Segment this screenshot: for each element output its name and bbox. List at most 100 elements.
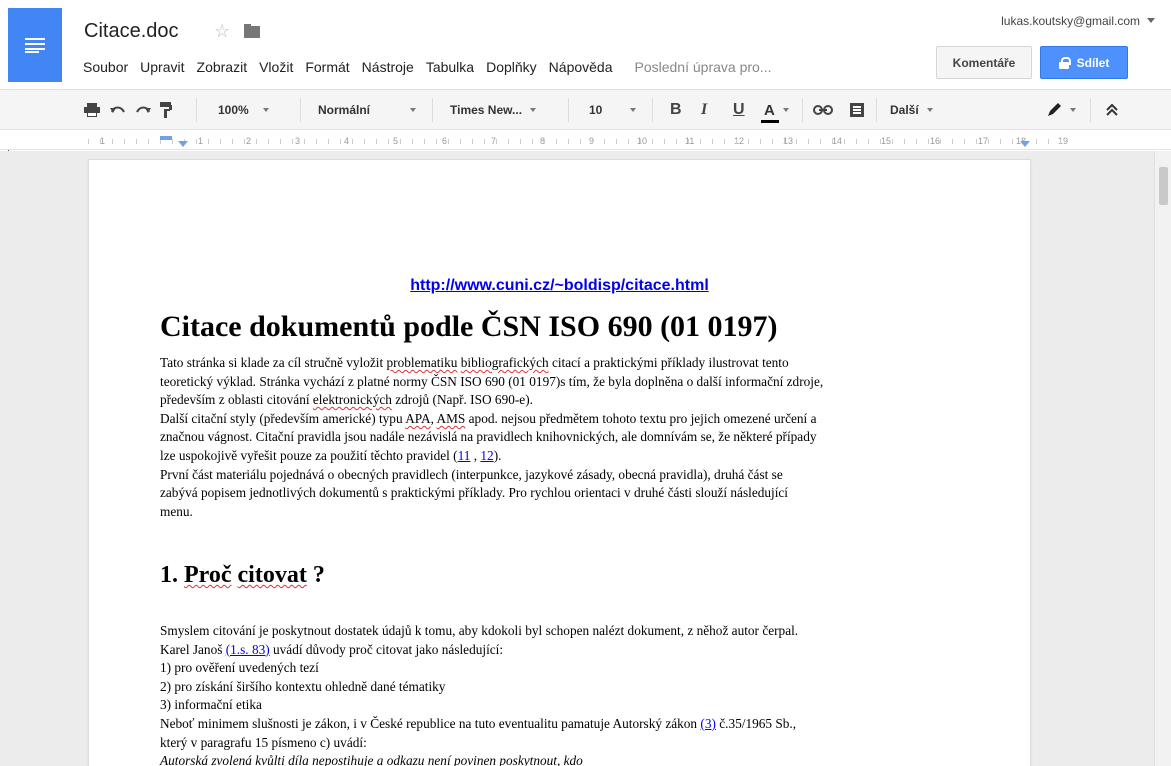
zoom-value: 100% xyxy=(218,103,249,117)
ruler-tick xyxy=(88,139,89,144)
style-dropdown[interactable]: Normální xyxy=(318,90,417,130)
ruler[interactable]: 112345678910111213141516171819 xyxy=(0,130,1171,150)
ruler-tick xyxy=(136,139,137,144)
italic-button[interactable]: I xyxy=(701,90,707,130)
link-button[interactable] xyxy=(813,90,833,130)
ruler-tick xyxy=(532,139,533,144)
menu-vlozit[interactable]: Vložit xyxy=(259,59,299,75)
more-dropdown[interactable]: Další xyxy=(890,90,933,130)
chevron-double-up-icon xyxy=(1106,104,1118,116)
document-title[interactable]: Citace.doc xyxy=(84,20,179,43)
ruler-tick xyxy=(988,139,989,144)
ruler-tick xyxy=(172,139,173,144)
ruler-number: 16 xyxy=(930,136,941,146)
collapse-menus-button[interactable] xyxy=(1106,90,1118,130)
menu-zobrazit[interactable]: Zobrazit xyxy=(197,59,254,75)
ruler-tick xyxy=(436,139,437,144)
comment-icon xyxy=(850,103,864,117)
share-button[interactable]: Sdílet xyxy=(1040,46,1128,79)
ref-link-3[interactable]: (3) xyxy=(700,716,716,731)
zoom-caret-icon xyxy=(262,108,269,112)
print-icon[interactable] xyxy=(84,90,100,130)
ruler-tick xyxy=(748,139,749,144)
ruler-tick xyxy=(292,139,293,144)
ruler-tick xyxy=(388,139,389,144)
font-size-caret-icon xyxy=(630,108,637,112)
ruler-tick xyxy=(796,139,797,144)
menu-format[interactable]: Formát xyxy=(305,59,355,75)
ruler-tick xyxy=(124,139,125,144)
ref-link-12[interactable]: 12 xyxy=(480,448,493,463)
comment-insert-button[interactable] xyxy=(850,90,864,130)
ruler-tick xyxy=(976,139,977,144)
toolbar: 100% Normální Times New... 10 B I U A Da… xyxy=(0,90,1171,130)
menu-upravit[interactable]: Upravit xyxy=(140,59,190,75)
ruler-tick xyxy=(916,139,917,144)
bold-button[interactable]: B xyxy=(670,90,682,130)
pencil-icon xyxy=(1048,103,1061,116)
font-size-dropdown[interactable]: 10 xyxy=(589,90,637,130)
account-caret-icon[interactable] xyxy=(1147,18,1155,23)
ruler-tick xyxy=(304,139,305,144)
ruler-tick xyxy=(736,139,737,144)
menu-tabulka[interactable]: Tabulka xyxy=(426,59,480,75)
ruler-tick xyxy=(256,139,257,144)
document-url-link[interactable]: http://www.cuni.cz/~boldisp/citace.html xyxy=(89,277,1030,295)
ruler-tick xyxy=(880,139,881,144)
bold-icon: B xyxy=(670,101,682,118)
ruler-tick xyxy=(844,139,845,144)
ruler-tick xyxy=(364,139,365,144)
ref-link-11[interactable]: 11 xyxy=(458,448,471,463)
ruler-tick xyxy=(700,139,701,144)
text-color-button[interactable]: A xyxy=(761,90,789,130)
menu-doplnky[interactable]: Doplňky xyxy=(486,59,543,75)
paint-format-icon[interactable] xyxy=(160,90,172,130)
comments-button[interactable]: Komentáře xyxy=(936,46,1032,79)
ruler-tick xyxy=(496,139,497,144)
ruler-tick xyxy=(424,139,425,144)
document-page[interactable]: http://www.cuni.cz/~boldisp/citace.html … xyxy=(89,160,1030,766)
account-email[interactable]: lukas.koutsky@gmail.com xyxy=(1001,14,1140,28)
ruler-number: 1 xyxy=(198,136,204,146)
folder-icon[interactable] xyxy=(244,24,261,38)
font-dropdown[interactable]: Times New... xyxy=(450,90,537,130)
menu-soubor[interactable]: Soubor xyxy=(83,59,134,75)
menu-napoveda[interactable]: Nápověda xyxy=(549,59,619,75)
scrollbar-thumb[interactable] xyxy=(1159,167,1168,205)
menu-nastroje[interactable]: Nástroje xyxy=(362,59,420,75)
underline-button[interactable]: U xyxy=(733,90,745,130)
ruler-tick xyxy=(676,139,677,144)
editing-caret-icon xyxy=(1070,108,1076,112)
vertical-scrollbar[interactable] xyxy=(1154,151,1171,766)
text-color-icon: A xyxy=(761,101,779,123)
ruler-tick xyxy=(280,139,281,144)
ruler-tick xyxy=(556,139,557,144)
redo-icon[interactable] xyxy=(135,90,151,130)
ruler-tick xyxy=(1048,139,1049,144)
menu-bar: Soubor Upravit Zobrazit Vložit Formát Ná… xyxy=(83,59,783,75)
editing-mode-button[interactable] xyxy=(1046,90,1076,130)
left-indent-marker[interactable] xyxy=(178,141,188,147)
ruler-tick xyxy=(724,139,725,144)
last-edit-status[interactable]: Poslední úprava pro... xyxy=(635,59,778,75)
ruler-tick xyxy=(940,139,941,144)
ref-link-1[interactable]: (1.s. 83) xyxy=(226,642,270,657)
docs-menu-icon[interactable] xyxy=(8,8,62,82)
underline-icon: U xyxy=(733,101,745,118)
text-color-caret-icon xyxy=(782,108,789,112)
ruler-tick xyxy=(340,139,341,144)
ruler-tick xyxy=(1000,139,1001,144)
undo-icon[interactable] xyxy=(110,90,126,130)
right-indent-marker[interactable] xyxy=(1020,141,1030,147)
star-icon[interactable]: ☆ xyxy=(214,22,230,40)
ruler-number: 11 xyxy=(685,136,695,146)
link-icon xyxy=(813,105,833,115)
ruler-tick xyxy=(784,139,785,144)
ruler-number: 10 xyxy=(637,136,648,146)
ruler-tick xyxy=(952,139,953,144)
ruler-number: 15 xyxy=(881,136,892,146)
zoom-dropdown[interactable]: 100% xyxy=(218,90,269,130)
ruler-tick xyxy=(652,139,653,144)
more-caret-icon xyxy=(926,108,933,112)
first-line-indent-marker[interactable] xyxy=(160,136,172,140)
